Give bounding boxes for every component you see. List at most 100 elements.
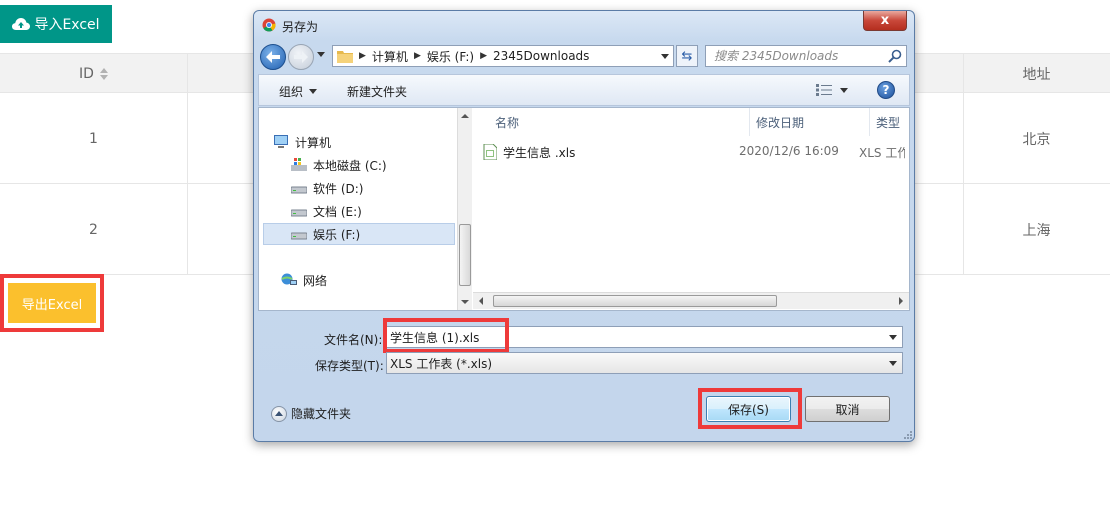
network-icon [281, 273, 297, 285]
dialog-titlebar[interactable]: 另存为 x [254, 11, 914, 39]
view-dropdown[interactable] [840, 88, 848, 93]
nav-item-label: 娱乐 (F:) [313, 227, 361, 242]
computer-icon [274, 135, 288, 148]
filename-label: 文件名(N): [324, 333, 383, 347]
recent-pages-dropdown[interactable] [317, 52, 325, 57]
drive-icon [291, 232, 307, 240]
local-disk-icon [291, 158, 307, 171]
cancel-button[interactable]: 取消 [805, 396, 890, 422]
navigation-pane: 计算机 本地磁盘 (C:) 软件 (D:) 文档 (E:) 娱乐 (F:) 网络 [259, 108, 457, 310]
address-dropdown[interactable] [661, 54, 669, 59]
filetype-label: 保存类型(T): [315, 359, 384, 373]
nav-item-label: 网络 [303, 273, 328, 288]
nav-item-label: 文档 (E:) [313, 204, 362, 219]
search-box[interactable] [705, 45, 907, 67]
nav-item-drive-e[interactable]: 文档 (E:) [291, 201, 362, 221]
dialog-title: 另存为 [282, 20, 319, 34]
forward-button[interactable] [288, 44, 314, 70]
dialog-toolbar: 组织 新建文件夹 ? [258, 74, 910, 106]
column-divider [963, 53, 964, 275]
organize-menu[interactable]: 组织 [279, 83, 318, 100]
filetype-value: XLS 工作表 (*.xls) [390, 356, 493, 371]
column-header-name[interactable]: 名称 [495, 108, 519, 136]
cell-address: 上海 [1022, 222, 1051, 239]
drive-icon [291, 209, 307, 217]
nav-item-drive-f[interactable]: 娱乐 (F:) [263, 223, 455, 245]
chevron-right-icon: ▶ [359, 51, 366, 61]
column-header-id[interactable]: ID [0, 54, 187, 94]
address-bar[interactable]: ▶ 计算机 ▶ 娱乐 (F:) ▶ 2345Downloads [332, 45, 674, 67]
chevron-right-icon[interactable]: ▶ [414, 51, 421, 61]
export-highlight-box: 导出Excel [0, 274, 104, 332]
navigation-bar: ▶ 计算机 ▶ 娱乐 (F:) ▶ 2345Downloads ⇆ [258, 42, 910, 70]
search-icon[interactable] [888, 49, 902, 63]
column-divider [187, 53, 188, 275]
save-as-dialog: 另存为 x ▶ 计算机 ▶ 娱乐 (F:) ▶ 2345Downloads ⇆ [253, 10, 915, 442]
sort-icon[interactable] [99, 68, 108, 80]
nav-item-label: 计算机 [295, 135, 332, 150]
column-header-modified[interactable]: 修改日期 [756, 108, 804, 136]
import-excel-label: 导入Excel [34, 17, 100, 33]
filename-dropdown[interactable] [889, 335, 897, 340]
nav-item-drive-d[interactable]: 软件 (D:) [291, 178, 363, 198]
scroll-down-icon[interactable] [461, 300, 469, 304]
file-row[interactable]: 学生信息 .xls [483, 142, 907, 162]
navigation-scrollbar[interactable] [457, 108, 472, 310]
drive-icon [291, 186, 307, 194]
export-excel-button[interactable]: 导出Excel [8, 283, 96, 323]
new-folder-label: 新建文件夹 [347, 85, 408, 99]
scrollbar-thumb[interactable] [459, 224, 471, 286]
chrome-icon [262, 18, 276, 32]
nav-item-network[interactable]: 网络 [281, 270, 327, 290]
file-modified-date: 2020/12/6 16:09 [739, 144, 839, 158]
file-name: 学生信息 .xls [503, 145, 576, 160]
column-header-type[interactable]: 类型 [876, 108, 900, 136]
save-button[interactable]: 保存(S) [706, 396, 791, 422]
new-folder-button[interactable]: 新建文件夹 [347, 83, 407, 100]
scroll-up-icon[interactable] [461, 114, 469, 118]
close-button[interactable]: x [863, 11, 907, 31]
close-icon: x [880, 13, 890, 28]
refresh-icon: ⇆ [681, 48, 693, 64]
hide-folders-label: 隐藏文件夹 [291, 407, 352, 421]
breadcrumb-drive-f[interactable]: 娱乐 (F:) [427, 48, 474, 65]
chevron-right-icon[interactable]: ▶ [480, 51, 487, 61]
cell-id: 1 [89, 130, 98, 147]
column-header-address-label: 地址 [1022, 67, 1051, 83]
file-browser: 计算机 本地磁盘 (C:) 软件 (D:) 文档 (E:) 娱乐 (F:) 网络 [258, 107, 910, 311]
hide-folders-toggle[interactable]: 隐藏文件夹 [271, 405, 351, 422]
filetype-select[interactable]: XLS 工作表 (*.xls) [386, 352, 903, 374]
organize-label: 组织 [279, 85, 304, 99]
scrollbar-thumb[interactable] [493, 295, 777, 307]
refresh-button[interactable]: ⇆ [676, 45, 698, 67]
nav-item-label: 软件 (D:) [313, 181, 364, 196]
horizontal-scrollbar[interactable] [473, 292, 909, 309]
collapse-icon [271, 405, 287, 422]
breadcrumb-computer[interactable]: 计算机 [372, 48, 408, 65]
cloud-upload-icon [12, 18, 31, 30]
xls-file-icon [483, 144, 497, 160]
view-options-icon[interactable] [816, 84, 832, 96]
folder-icon [337, 51, 353, 63]
back-button[interactable] [260, 44, 286, 70]
help-icon[interactable]: ? [877, 81, 895, 99]
import-excel-button[interactable]: 导入Excel [0, 5, 112, 43]
breadcrumb-downloads[interactable]: 2345Downloads [493, 49, 589, 63]
file-list: 名称 修改日期 类型 学生信息 .xls 2020/12/6 16:09 XLS… [473, 108, 909, 310]
scroll-left-icon[interactable] [479, 297, 483, 305]
search-input[interactable] [714, 49, 886, 63]
filetype-dropdown[interactable] [889, 361, 897, 366]
cell-address: 北京 [1022, 131, 1051, 148]
arrow-right-icon [294, 51, 308, 63]
filename-highlight-box [383, 318, 509, 353]
column-divider[interactable] [749, 108, 750, 136]
column-header-address: 地址 [963, 54, 1110, 94]
resize-grip-icon[interactable] [902, 429, 912, 439]
nav-item-label: 本地磁盘 (C:) [313, 158, 387, 173]
scroll-right-icon[interactable] [899, 297, 903, 305]
file-type: XLS 工作表 [859, 146, 905, 160]
column-header-id-label: ID [79, 66, 94, 82]
column-divider[interactable] [869, 108, 870, 136]
nav-item-computer[interactable]: 计算机 [273, 132, 331, 152]
nav-item-local-disk-c[interactable]: 本地磁盘 (C:) [291, 155, 387, 175]
